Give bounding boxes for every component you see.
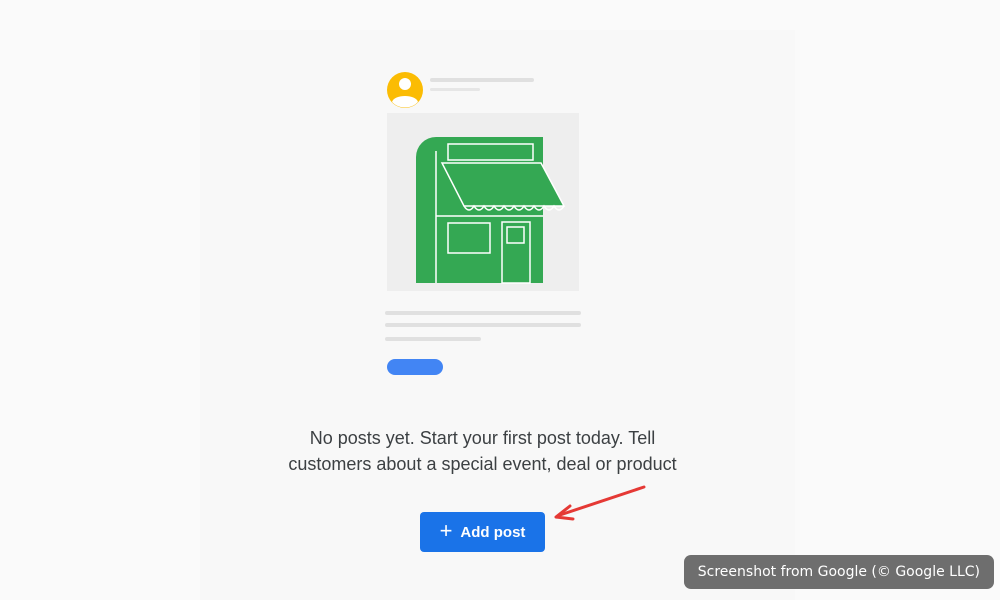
placeholder-line [385, 323, 581, 327]
add-post-button[interactable]: + Add post [420, 512, 545, 552]
avatar-icon [387, 72, 423, 108]
empty-state-message-line2: customers about a special event, deal or… [288, 454, 677, 474]
post-placeholder-illustration [385, 72, 581, 375]
empty-state-message-line1: No posts yet. Start your first post toda… [309, 428, 656, 448]
placeholder-pill [387, 359, 443, 375]
placeholder-line [430, 88, 480, 91]
empty-state-message: No posts yet. Start your first post toda… [250, 425, 715, 477]
page: No posts yet. Start your first post toda… [0, 0, 1000, 600]
placeholder-line [430, 78, 534, 82]
screenshot-credit: Screenshot from Google (© Google LLC) [683, 555, 994, 589]
add-post-label: Add post [460, 523, 526, 541]
placeholder-line [385, 337, 481, 341]
plus-icon: + [439, 518, 453, 543]
storefront-icon [416, 137, 566, 284]
credit-text: Screenshot from Google (© Google LLC) [697, 564, 980, 580]
placeholder-line [385, 311, 581, 315]
annotation-arrow [554, 485, 646, 521]
